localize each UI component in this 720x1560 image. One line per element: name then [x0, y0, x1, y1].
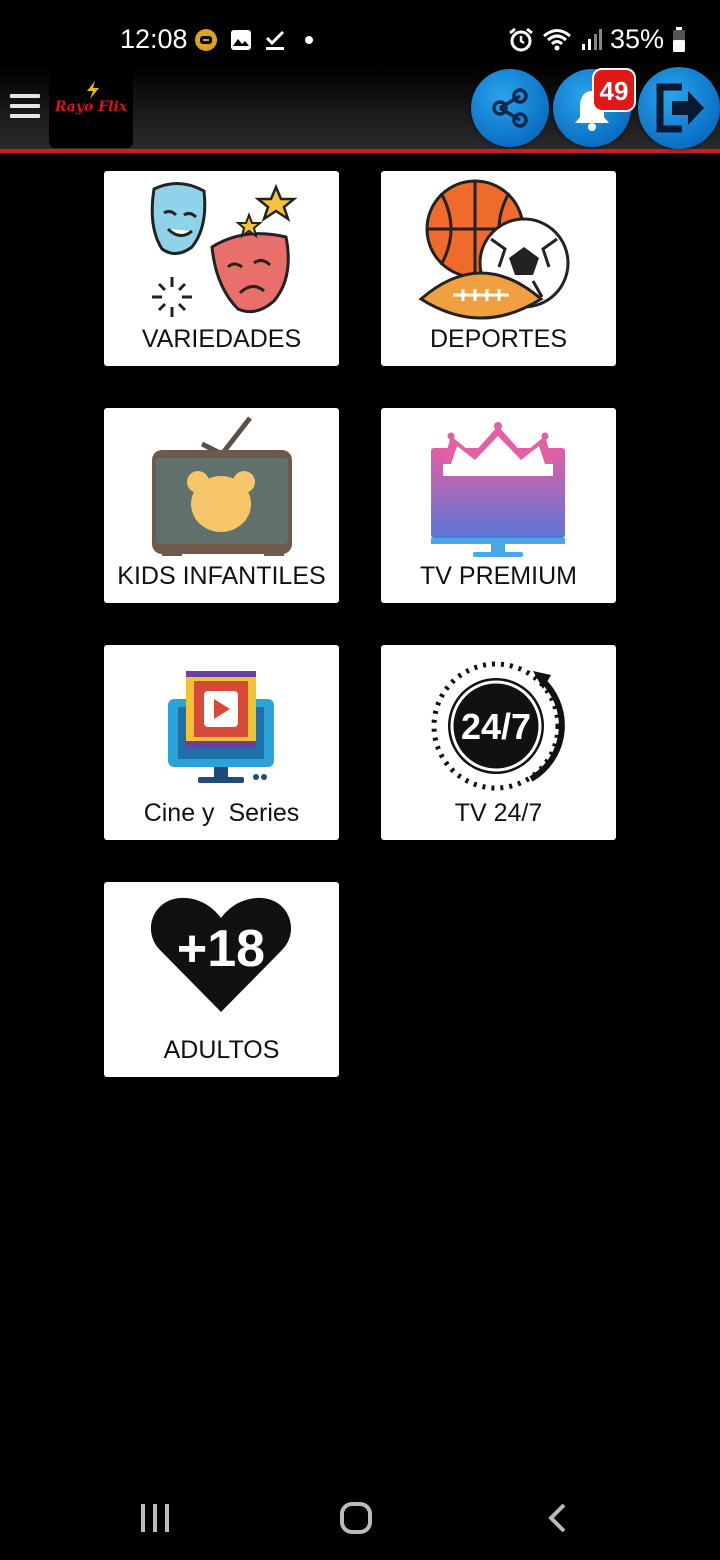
- share-icon: [492, 88, 528, 128]
- twenty-four-seven-text: 24/7: [461, 706, 531, 747]
- system-nav-bar: [0, 1470, 720, 1560]
- plus-18-heart-icon: +18: [150, 897, 292, 1012]
- category-tv-premium[interactable]: TV PREMIUM: [381, 408, 616, 603]
- signal-icon: [581, 28, 602, 50]
- twenty-four-seven-icon: 24/7: [431, 661, 565, 791]
- alarm-icon: [509, 27, 533, 51]
- status-bar: 12:08 35%: [0, 0, 720, 66]
- category-label: KIDS INFANTILES: [117, 562, 326, 590]
- wifi-icon: [542, 28, 571, 50]
- category-tv-24-7[interactable]: 24/7 TV 24/7: [381, 645, 616, 840]
- menu-icon-bar: [10, 94, 40, 98]
- category-cine-series[interactable]: Cine y Series: [104, 645, 339, 840]
- kids-tv-icon: [152, 416, 292, 556]
- status-time: 12:08: [120, 24, 188, 54]
- category-label: ADULTOS: [163, 1036, 280, 1064]
- premium-tv-icon: [431, 422, 565, 557]
- category-deportes[interactable]: DEPORTES: [381, 171, 616, 366]
- cinema-screen-icon: [168, 671, 274, 783]
- theater-masks-icon: [150, 182, 298, 317]
- battery-icon: [673, 26, 685, 52]
- gallery-icon: [231, 30, 251, 50]
- menu-icon-bar: [10, 114, 40, 118]
- check-icon: [265, 30, 285, 50]
- category-kids-infantiles[interactable]: KIDS INFANTILES: [104, 408, 339, 603]
- category-label: TV PREMIUM: [420, 562, 577, 590]
- back-icon[interactable]: [546, 1502, 570, 1534]
- logout-icon: [656, 83, 704, 133]
- category-label: DEPORTES: [429, 325, 568, 353]
- app-bar-divider: [0, 149, 720, 153]
- dot-icon: [305, 36, 313, 44]
- recents-icon[interactable]: [138, 1502, 172, 1534]
- bixby-icon: [195, 29, 217, 51]
- app-logo[interactable]: Rayo Flix: [49, 66, 133, 148]
- share-button[interactable]: [471, 69, 549, 147]
- category-label: VARIEDADES: [141, 325, 302, 353]
- category-label: TV 24/7: [454, 799, 543, 827]
- category-variedades[interactable]: VARIEDADES: [104, 171, 339, 366]
- category-adultos[interactable]: +18 ADULTOS: [104, 882, 339, 1077]
- sports-balls-icon: [418, 179, 570, 320]
- home-icon[interactable]: [339, 1501, 373, 1535]
- notification-badge: 49: [592, 68, 636, 112]
- lightning-icon: [87, 81, 99, 99]
- logout-button[interactable]: [638, 67, 720, 149]
- logo-text: Rayo Flix: [54, 99, 128, 115]
- plus-18-text: +18: [177, 920, 265, 978]
- menu-button[interactable]: [10, 88, 40, 128]
- menu-icon-bar: [10, 104, 40, 108]
- category-label: Cine y Series: [143, 799, 300, 827]
- battery-percent: 35%: [609, 24, 664, 54]
